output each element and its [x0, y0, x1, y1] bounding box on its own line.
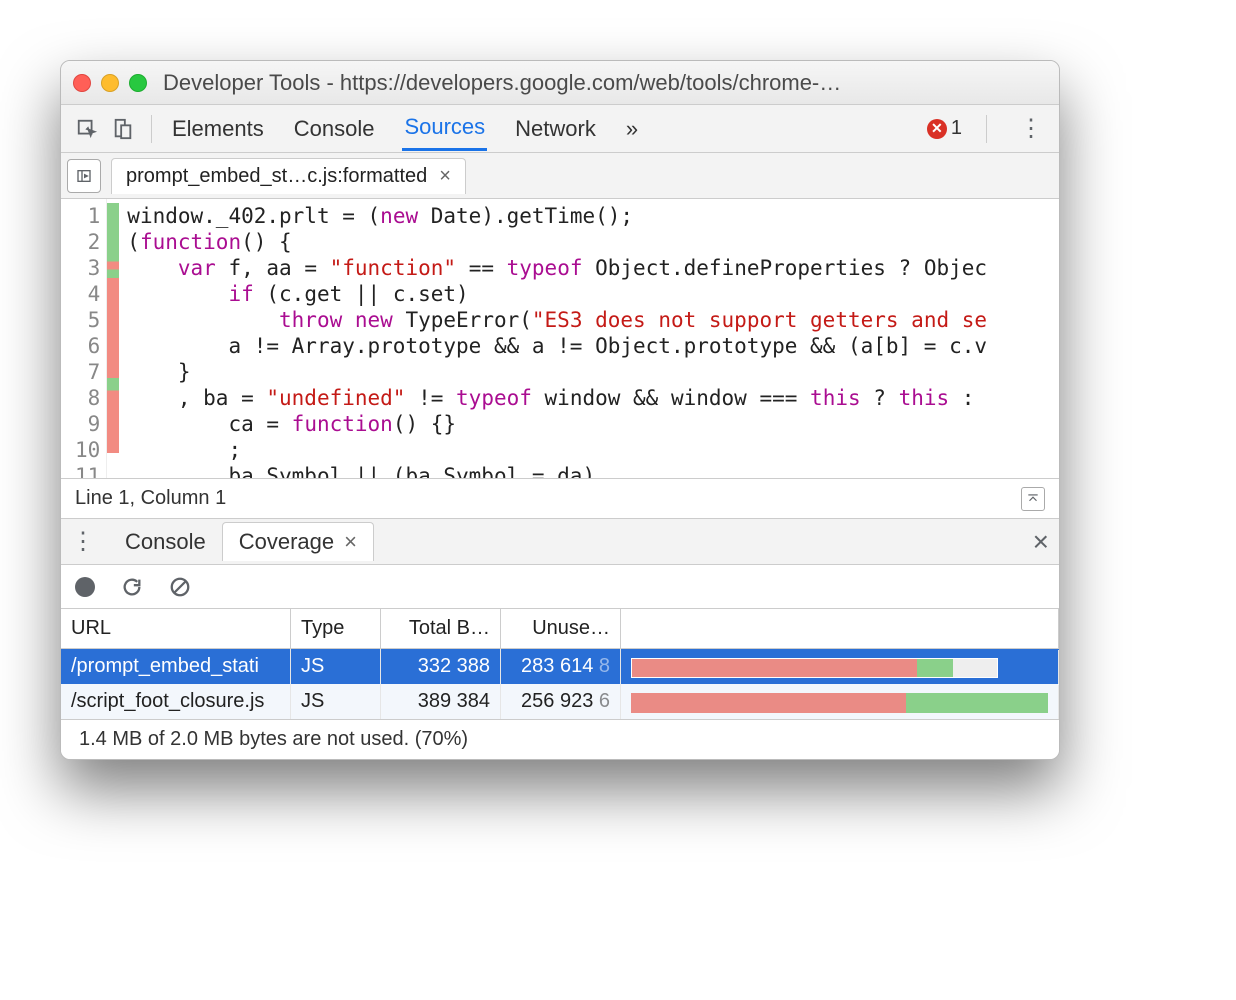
tab-network[interactable]: Network — [513, 108, 598, 150]
table-row[interactable]: /script_foot_closure.js JS 389 384 256 9… — [61, 684, 1059, 719]
file-tab[interactable]: prompt_embed_st…c.js:formatted × — [111, 158, 466, 194]
file-tab-bar: prompt_embed_st…c.js:formatted × — [61, 153, 1059, 199]
coverage-toolbar — [61, 565, 1059, 609]
coverage-table: URL Type Total B… Unuse… /prompt_embed_s… — [61, 609, 1059, 719]
close-file-icon[interactable]: × — [439, 165, 451, 188]
col-total[interactable]: Total B… — [381, 609, 501, 648]
device-toolbar-icon[interactable] — [105, 111, 141, 147]
cursor-position: Line 1, Column 1 — [75, 487, 226, 510]
line-number: 7 — [75, 359, 100, 385]
code-editor[interactable]: 1 2 3 4 5 6 7 8 9 10 11 window._402.prlt… — [61, 199, 1059, 479]
close-drawer-icon[interactable]: × — [1033, 526, 1049, 558]
cell-url: /prompt_embed_stati — [61, 649, 291, 684]
line-number: 6 — [75, 333, 100, 359]
close-drawer-tab-icon[interactable]: × — [344, 529, 357, 555]
coverage-summary: 1.4 MB of 2.0 MB bytes are not used. (70… — [61, 719, 1059, 759]
table-row[interactable]: /prompt_embed_stati JS 332 388 283 614 8 — [61, 649, 1059, 684]
drawer-tab-label: Coverage — [239, 529, 334, 555]
table-header: URL Type Total B… Unuse… — [61, 609, 1059, 649]
file-tab-name: prompt_embed_st…c.js:formatted — [126, 165, 427, 188]
drawer-menu-icon[interactable]: ⋮ — [71, 527, 95, 556]
cell-unused: 283 614 8 — [501, 649, 621, 684]
error-badge[interactable]: ✕ 1 — [927, 117, 962, 140]
settings-menu-icon[interactable]: ⋮ — [1011, 114, 1051, 143]
titlebar: Developer Tools - https://developers.goo… — [61, 61, 1059, 105]
coverage-gutter — [107, 199, 119, 478]
toolbar-divider — [986, 115, 987, 143]
line-number: 9 — [75, 411, 100, 437]
reload-icon[interactable] — [121, 576, 143, 598]
line-number: 4 — [75, 281, 100, 307]
col-type[interactable]: Type — [291, 609, 381, 648]
summary-text: 1.4 MB of 2.0 MB bytes are not used. (70… — [79, 728, 468, 751]
cell-bar — [621, 650, 1059, 684]
line-number: 5 — [75, 307, 100, 333]
close-window-button[interactable] — [73, 74, 91, 92]
tab-elements[interactable]: Elements — [170, 108, 266, 150]
minimize-window-button[interactable] — [101, 74, 119, 92]
cell-total: 389 384 — [381, 684, 501, 719]
line-number: 8 — [75, 385, 100, 411]
panel-tabs: Elements Console Sources Network » — [170, 106, 927, 151]
editor-status-bar: Line 1, Column 1 — [61, 479, 1059, 519]
main-toolbar: Elements Console Sources Network » ✕ 1 ⋮ — [61, 105, 1059, 153]
line-gutter: 1 2 3 4 5 6 7 8 9 10 11 — [61, 199, 107, 478]
cell-url: /script_foot_closure.js — [61, 684, 291, 719]
window-title: Developer Tools - https://developers.goo… — [163, 70, 1047, 96]
cell-type: JS — [291, 684, 381, 719]
inspect-element-icon[interactable] — [69, 111, 105, 147]
line-number: 11 — [75, 463, 100, 479]
drawer-tabs: ⋮ Console Coverage × × — [61, 519, 1059, 565]
clear-icon[interactable] — [169, 576, 191, 598]
collapse-drawer-icon[interactable] — [1021, 487, 1045, 511]
drawer-tab-console[interactable]: Console — [109, 523, 222, 561]
navigator-toggle-icon[interactable] — [67, 159, 101, 193]
line-number: 2 — [75, 229, 100, 255]
cell-type: JS — [291, 649, 381, 684]
cell-unused: 256 923 6 — [501, 684, 621, 719]
line-number: 3 — [75, 255, 100, 281]
tab-console[interactable]: Console — [292, 108, 377, 150]
drawer-tab-coverage[interactable]: Coverage × — [222, 522, 374, 561]
cell-total: 332 388 — [381, 649, 501, 684]
tab-sources[interactable]: Sources — [402, 106, 487, 151]
traffic-lights — [73, 74, 147, 92]
line-number: 1 — [75, 203, 100, 229]
col-visualization — [621, 609, 1059, 648]
zoom-window-button[interactable] — [129, 74, 147, 92]
devtools-window: Developer Tools - https://developers.goo… — [60, 60, 1060, 760]
error-count: 1 — [951, 117, 962, 140]
record-icon[interactable] — [75, 577, 95, 597]
error-icon: ✕ — [927, 119, 947, 139]
col-unused[interactable]: Unuse… — [501, 609, 621, 648]
toolbar-divider — [151, 115, 152, 143]
cell-bar — [621, 685, 1059, 719]
line-number: 10 — [75, 437, 100, 463]
col-url[interactable]: URL — [61, 609, 291, 648]
source-code[interactable]: window._402.prlt = (new Date).getTime();… — [119, 199, 1059, 478]
tabs-overflow-icon[interactable]: » — [624, 108, 640, 150]
